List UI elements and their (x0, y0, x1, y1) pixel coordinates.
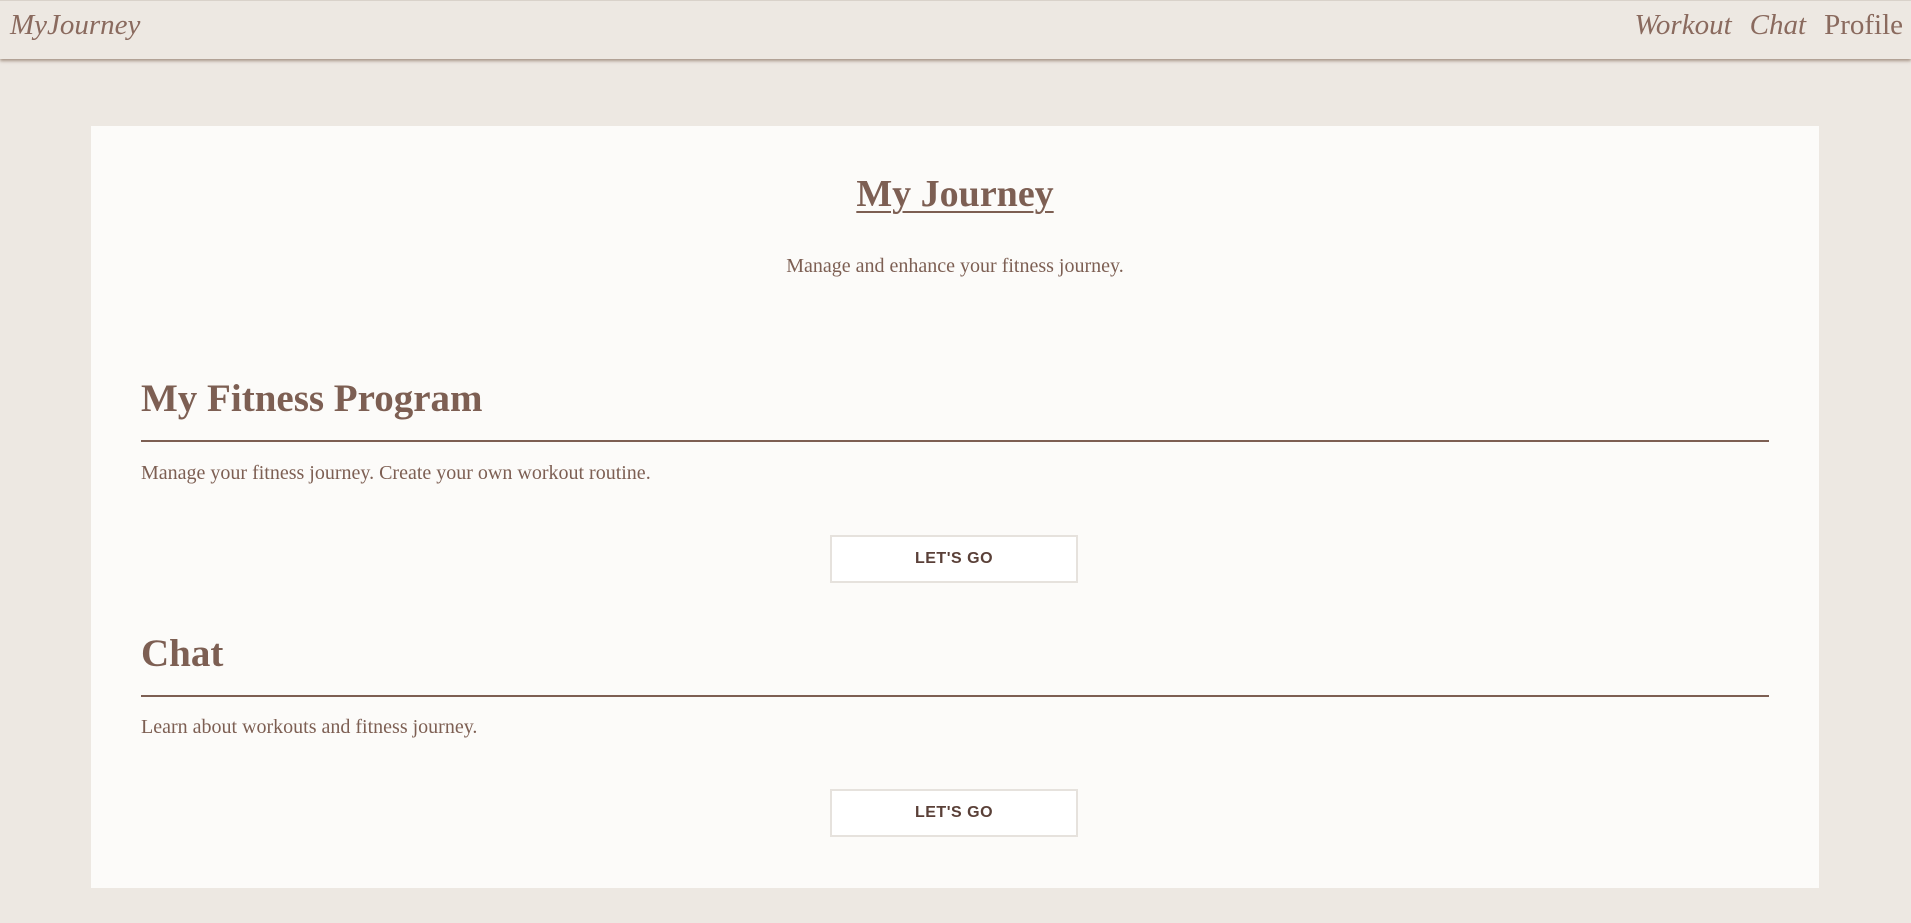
fitness-program-lets-go-button[interactable]: LET'S GO (830, 535, 1078, 583)
chat-lets-go-button[interactable]: LET'S GO (830, 789, 1078, 837)
nav-links: Workout Chat Profile (1634, 9, 1903, 42)
nav-link-workout[interactable]: Workout (1634, 9, 1731, 42)
nav-link-profile[interactable]: Profile (1824, 9, 1903, 42)
section-divider-chat (141, 695, 1769, 697)
section-description-chat: Learn about workouts and fitness journey… (141, 716, 478, 738)
section-title-fitness-program: My Fitness Program (141, 377, 483, 420)
nav-link-chat[interactable]: Chat (1750, 9, 1806, 42)
page-title: My Journey (856, 173, 1054, 215)
page-subtitle: Manage and enhance your fitness journey. (786, 255, 1124, 277)
section-description-fitness-program: Manage your fitness journey. Create your… (141, 462, 651, 484)
brand-logo-link[interactable]: MyJourney (10, 9, 140, 42)
section-divider-fitness-program (141, 440, 1769, 442)
top-navbar: MyJourney Workout Chat Profile (0, 0, 1911, 59)
section-title-chat: Chat (141, 632, 224, 675)
main-card: My Journey Manage and enhance your fitne… (91, 126, 1819, 888)
